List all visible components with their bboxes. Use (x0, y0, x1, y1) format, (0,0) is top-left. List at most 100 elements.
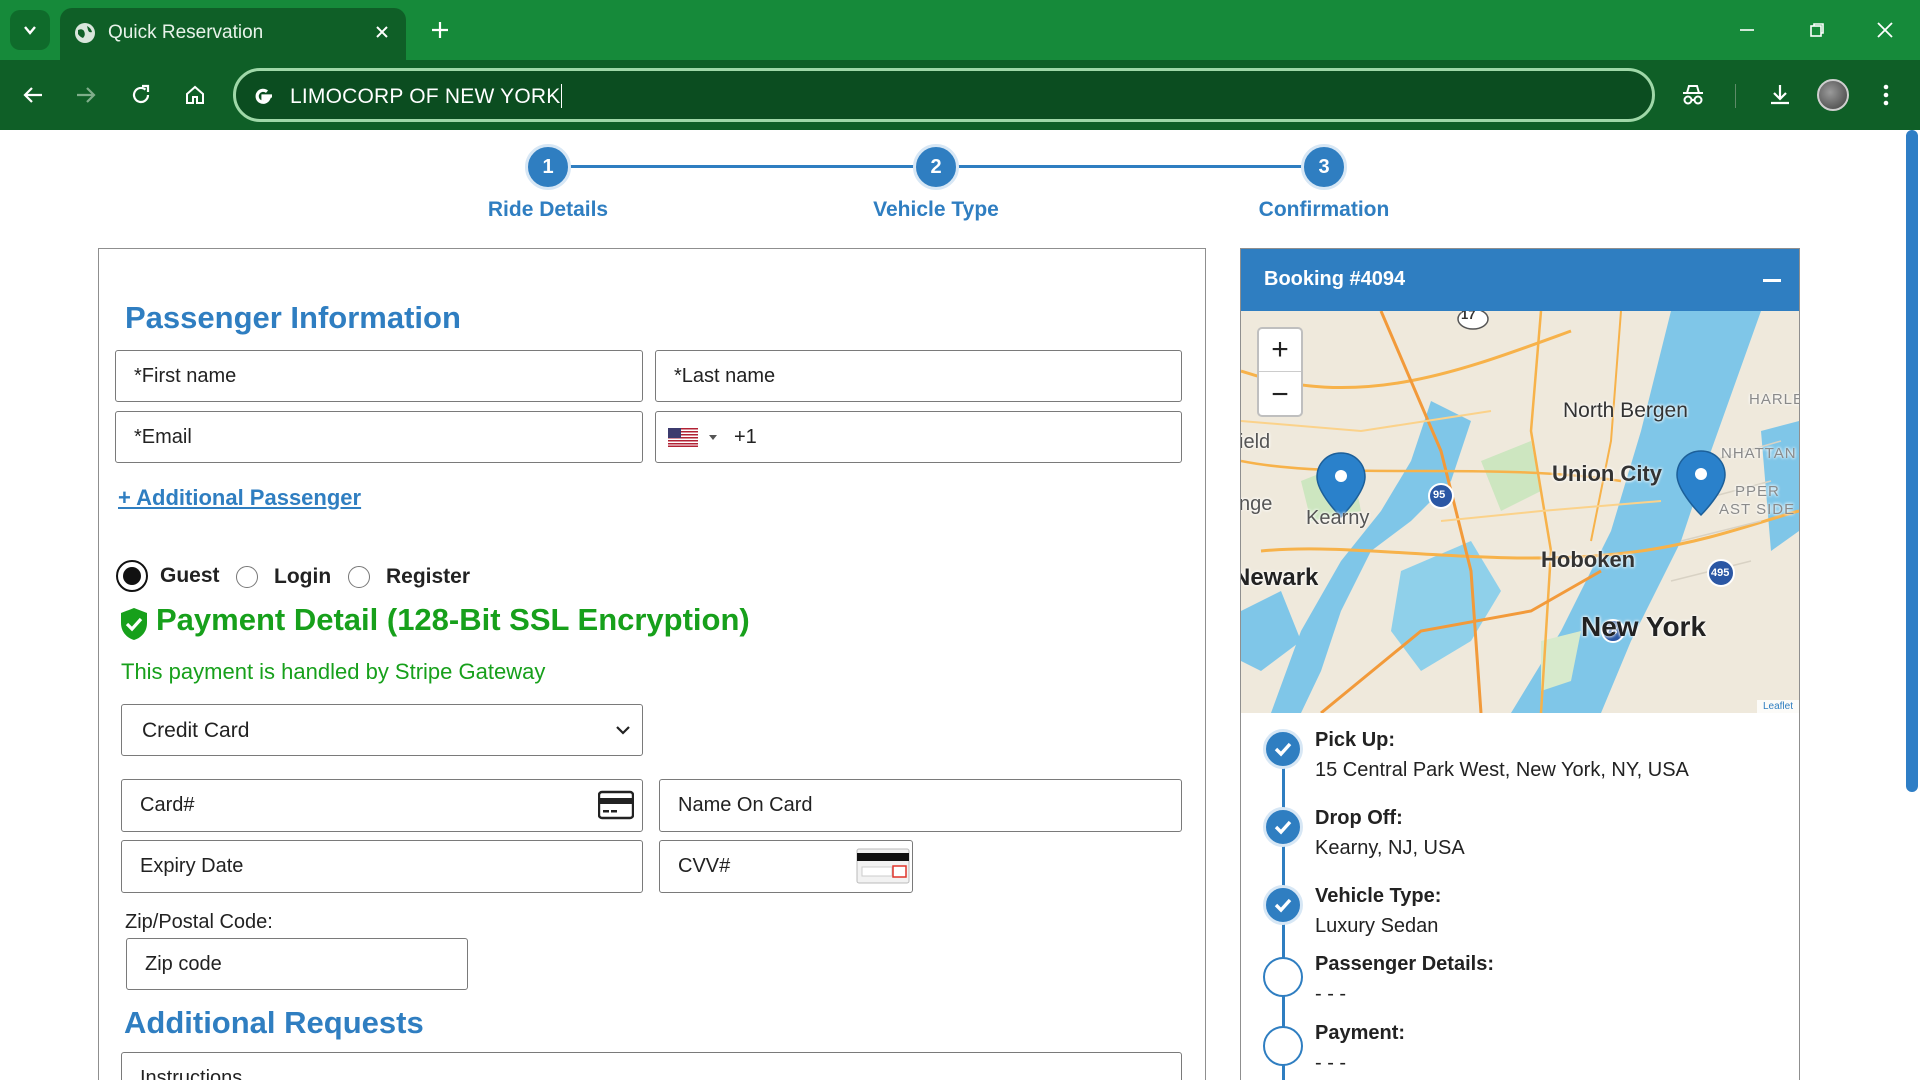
empty-circle-icon (1263, 957, 1303, 997)
zip-code-field[interactable]: Zip code (126, 938, 468, 990)
cvv-placeholder: CVV# (678, 855, 731, 877)
name-on-card-field[interactable]: Name On Card (659, 779, 1182, 832)
tab-close-button[interactable] (368, 18, 396, 46)
step-3-label[interactable]: Confirmation (1214, 198, 1434, 222)
stepper-connector (936, 165, 1326, 168)
us-flag-icon (668, 428, 698, 447)
payment-method-select[interactable]: Credit Card (121, 704, 643, 756)
menu-button[interactable] (1868, 77, 1904, 113)
google-icon (255, 88, 272, 104)
downloads-button[interactable] (1762, 77, 1798, 113)
zip-code-label: Zip/Postal Code: (125, 911, 273, 933)
new-tab-button[interactable] (424, 14, 456, 46)
country-selector[interactable] (668, 428, 720, 448)
close-icon (376, 26, 388, 38)
check-circle-icon (1263, 807, 1303, 847)
minimize-icon (1740, 29, 1754, 31)
address-bar[interactable]: LIMOCORP OF NEW YORK (233, 68, 1655, 122)
last-name-placeholder: *Last name (674, 365, 776, 387)
restore-icon (1810, 23, 1824, 37)
guest-radio[interactable]: Guest (116, 560, 220, 592)
collapse-button[interactable] (1763, 279, 1781, 282)
instructions-field[interactable]: Instructions (121, 1052, 1182, 1080)
caret-down-icon (709, 435, 717, 440)
cvv-field[interactable]: CVV# (659, 840, 913, 893)
arrow-right-icon (77, 87, 96, 103)
active-tab[interactable]: Quick Reservation (60, 8, 406, 60)
home-button[interactable] (177, 77, 213, 113)
globe-icon (75, 23, 95, 43)
route-map[interactable]: 17 95 495 78 North Bergen Union City Hob… (1241, 311, 1799, 713)
map-label-east-side: AST SIDE (1719, 501, 1796, 518)
payment-title: Payment: (1315, 1022, 1406, 1044)
reload-button[interactable] (123, 77, 159, 113)
close-window-button[interactable] (1862, 12, 1908, 48)
card-number-field[interactable]: Card# (121, 779, 643, 832)
check-circle-icon (1263, 885, 1303, 925)
email-field[interactable]: *Email (115, 411, 643, 463)
plus-icon (432, 22, 448, 38)
arrow-left-icon (23, 87, 42, 103)
map-label-kearny: Kearny (1306, 507, 1370, 529)
register-radio[interactable]: Register (348, 565, 470, 589)
guest-radio-dot[interactable] (116, 560, 148, 592)
register-radio-dot[interactable] (348, 566, 370, 588)
check-circle-icon (1263, 729, 1303, 769)
expiry-date-field[interactable]: Expiry Date (121, 840, 643, 893)
payment-method-value: Credit Card (142, 719, 250, 742)
kebab-menu-icon (1883, 84, 1889, 106)
tab-search-button[interactable] (10, 10, 50, 50)
additional-passenger-link[interactable]: + Additional Passenger (118, 485, 361, 511)
map-label-newark: Newark (1241, 564, 1319, 591)
chevron-down-icon (616, 726, 630, 735)
incognito-button[interactable] (1675, 77, 1711, 113)
scrollbar-thumb[interactable] (1906, 130, 1918, 792)
address-text: LIMOCORP OF NEW YORK (290, 84, 563, 108)
download-icon (1771, 85, 1789, 105)
forward-button[interactable] (68, 77, 104, 113)
back-button[interactable] (15, 77, 51, 113)
tab-title: Quick Reservation (108, 22, 264, 43)
reload-icon (132, 84, 150, 104)
login-radio[interactable]: Login (236, 565, 331, 589)
map-shield-495: 495 (1711, 567, 1730, 579)
empty-circle-icon (1263, 1026, 1303, 1066)
step-1-circle[interactable]: 1 (525, 144, 571, 190)
email-placeholder: *Email (134, 426, 192, 448)
booking-number: Booking #4094 (1264, 268, 1406, 290)
incognito-icon (1683, 85, 1703, 105)
toolbar-separator (1735, 84, 1736, 108)
login-label: Login (274, 565, 332, 588)
home-icon (186, 85, 204, 104)
login-radio-dot[interactable] (236, 566, 258, 588)
first-name-field[interactable]: *First name (115, 350, 643, 402)
step-2-label[interactable]: Vehicle Type (826, 198, 1046, 222)
booking-summary-panel: Booking #4094 17 95 495 78 North Bergen … (1240, 248, 1800, 1080)
passenger-details-value: - - - (1315, 983, 1347, 1005)
zip-code-placeholder: Zip code (145, 953, 222, 975)
phone-field[interactable]: +1 (655, 411, 1182, 463)
page-viewport: 1 Ride Details 2 Vehicle Type 3 Confirma… (0, 130, 1920, 1080)
map-label-manhattan: NHATTAN (1721, 445, 1797, 462)
stepper-connector (548, 165, 938, 168)
vehicle-type-value: Luxury Sedan (1315, 915, 1439, 937)
payment-detail-title: Payment Detail (128-Bit SSL Encryption) (156, 602, 750, 637)
map-label-harlem: HARLE (1749, 391, 1799, 408)
close-icon (1877, 22, 1893, 38)
map-attribution[interactable]: Leaflet (1756, 700, 1799, 713)
minimize-button[interactable] (1724, 12, 1770, 48)
page-scrollbar[interactable] (1904, 130, 1920, 1080)
browser-tab-bar: Quick Reservation (0, 0, 1920, 60)
credit-card-icon (598, 790, 634, 820)
zoom-in-button[interactable]: + (1259, 329, 1301, 372)
restore-button[interactable] (1794, 12, 1840, 48)
last-name-field[interactable]: *Last name (655, 350, 1182, 402)
step-1-label[interactable]: Ride Details (438, 198, 658, 222)
browser-toolbar: LIMOCORP OF NEW YORK (0, 60, 1920, 130)
step-3-circle[interactable]: 3 (1301, 144, 1347, 190)
guest-label: Guest (160, 564, 220, 587)
zoom-out-button[interactable]: − (1259, 373, 1301, 416)
map-label-north-bergen: North Bergen (1563, 399, 1688, 422)
step-2-circle[interactable]: 2 (913, 144, 959, 190)
profile-avatar[interactable] (1817, 79, 1849, 111)
